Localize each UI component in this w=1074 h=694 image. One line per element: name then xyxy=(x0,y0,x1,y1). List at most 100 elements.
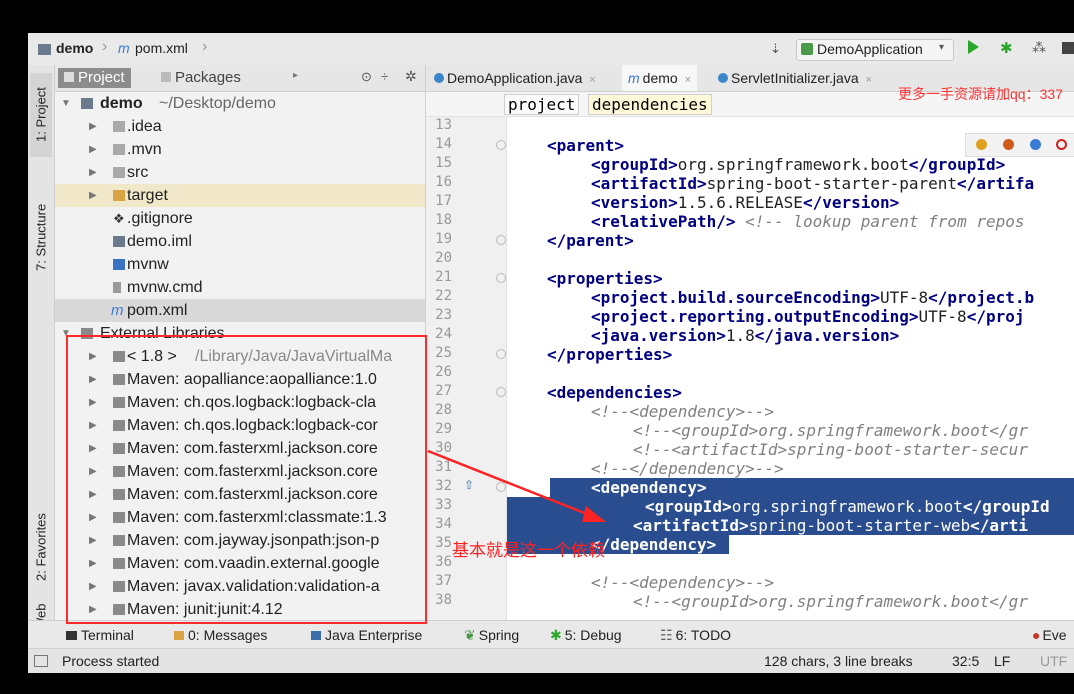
encoding[interactable]: UTF xyxy=(1040,653,1067,669)
xml-text: org.springframework.boot xyxy=(731,497,963,516)
gear-icon[interactable]: ✲ xyxy=(405,68,417,85)
tree-item-gitignore[interactable]: ❖ .gitignore xyxy=(55,207,425,230)
code-line: </properties> xyxy=(547,345,672,364)
fold-marker-icon[interactable] xyxy=(496,140,506,150)
structure-tool-tab[interactable]: 7: Structure xyxy=(30,191,52,283)
xml-tag: <artifactId> xyxy=(591,174,707,193)
xml-tag: <dependency> xyxy=(591,478,707,497)
tree-item-demo-iml[interactable]: demo.iml xyxy=(55,230,425,253)
line-number: 18 xyxy=(435,212,452,228)
packages-icon xyxy=(161,72,171,82)
code-line: <version>1.5.6.RELEASE</version> xyxy=(591,193,899,212)
xml-tag: <relativePath/> xyxy=(591,212,736,231)
xml-text: org.springframework.boot xyxy=(677,155,909,174)
fold-marker-icon[interactable] xyxy=(496,387,506,397)
project-view-icon xyxy=(64,72,74,82)
tree-item-label: src xyxy=(127,164,149,181)
tree-item-mvn[interactable]: ▶ .mvn xyxy=(55,138,425,161)
java-enterprise-icon xyxy=(311,631,321,640)
fold-marker-icon[interactable] xyxy=(496,235,506,245)
highlight-box xyxy=(66,335,427,624)
opera-icon[interactable] xyxy=(1056,139,1067,150)
run-configuration-select[interactable]: DemoApplication ▾ xyxy=(796,39,954,61)
collapsed-arrow-icon: ▶ xyxy=(89,144,97,155)
line-number: 31 xyxy=(435,459,452,475)
tab-packages[interactable]: Packages xyxy=(155,68,247,88)
status-bar: Process started 128 chars, 3 line breaks… xyxy=(28,648,1074,673)
scroll-from-source-icon[interactable]: ⊙ xyxy=(361,69,372,85)
tree-item-mvnw-cmd[interactable]: mvnw.cmd xyxy=(55,276,425,299)
fold-marker-icon[interactable] xyxy=(496,482,506,492)
project-tool-tab[interactable]: 1: Project xyxy=(30,73,52,157)
code-line: <!--<dependency>--> xyxy=(591,402,774,421)
tree-item-idea[interactable]: ▶ .idea xyxy=(55,115,425,138)
xml-tag: <properties> xyxy=(547,269,663,288)
terminal-tool[interactable]: Terminal xyxy=(66,627,134,643)
tree-item-src[interactable]: ▶ src xyxy=(55,161,425,184)
close-icon[interactable]: × xyxy=(685,74,691,86)
browser-preview-icons xyxy=(965,133,1074,157)
event-log-tool[interactable]: ● Eve xyxy=(1032,627,1067,643)
selection-info: 128 chars, 3 line breaks xyxy=(764,653,913,669)
code-line: <project.build.sourceEncoding>UTF-8</pro… xyxy=(591,288,1034,307)
favorites-tool-tab[interactable]: 2: Favorites xyxy=(30,501,52,593)
tab-demo-pom[interactable]: m demo × xyxy=(622,65,698,91)
breadcrumb-project[interactable]: demo xyxy=(56,40,93,56)
maven-dependency-gutter-icon[interactable]: ⇧ xyxy=(464,478,474,492)
close-icon[interactable]: × xyxy=(866,74,872,86)
coverage-icon[interactable]: ⁂ xyxy=(1032,39,1046,56)
build-icon[interactable]: ⇣ xyxy=(770,41,781,57)
debug-bug-icon: ✱ xyxy=(550,627,562,643)
chrome-icon[interactable] xyxy=(976,139,987,150)
status-message: Process started xyxy=(62,653,160,669)
collapsed-arrow-icon: ▶ xyxy=(89,121,97,132)
run-icon[interactable] xyxy=(968,40,979,54)
line-number: 13 xyxy=(435,117,452,133)
root-path: ~/Desktop/demo xyxy=(159,95,276,112)
xml-text: UTF-8 xyxy=(879,288,929,307)
tab-servletinitializer-java[interactable]: ServletInitializer.java × xyxy=(712,65,878,91)
code-line: <!--<groupId>org.springframework.boot</g… xyxy=(633,421,1028,440)
tree-item-pom-xml[interactable]: m pom.xml xyxy=(55,299,425,322)
tab-packages-label: Packages xyxy=(175,69,241,86)
tree-item-target[interactable]: ▶ target xyxy=(55,184,425,207)
todo-tool[interactable]: ☷ 6: TODO xyxy=(660,627,731,644)
xml-tag: <parent> xyxy=(547,136,625,155)
xml-comment: <!--<dependency>--> xyxy=(591,573,775,592)
tab-project[interactable]: Project xyxy=(58,68,131,88)
xml-crumb-dependencies[interactable]: dependencies xyxy=(588,94,712,115)
line-separator[interactable]: LF xyxy=(994,653,1010,669)
more-tabs-icon[interactable]: ▸ xyxy=(293,70,298,81)
maven-m-icon: m xyxy=(111,302,124,319)
line-number: 26 xyxy=(435,364,452,380)
safari-icon[interactable] xyxy=(1030,139,1041,150)
tool-windows-toggle-icon[interactable] xyxy=(34,655,48,667)
close-icon[interactable]: × xyxy=(589,74,595,86)
xml-crumb-project[interactable]: project xyxy=(504,94,580,115)
left-tool-strip: 1: Project 7: Structure 2: Favorites Web xyxy=(28,65,55,630)
xml-tag: <version> xyxy=(591,193,678,212)
java-enterprise-tool[interactable]: Java Enterprise xyxy=(311,627,422,643)
tab-label: demo xyxy=(642,70,678,86)
java-class-icon xyxy=(434,73,444,83)
stop-icon[interactable] xyxy=(1062,42,1074,54)
code-line: <project.reporting.outputEncoding>UTF-8<… xyxy=(591,307,1024,326)
xml-text: 1.8 xyxy=(725,326,755,345)
debug-tool[interactable]: ✱ 5: Debug xyxy=(550,627,622,644)
xml-text: spring-boot-starter-parent xyxy=(706,174,958,193)
messages-tool[interactable]: 0: Messages xyxy=(174,627,267,643)
breadcrumb-file[interactable]: pom.xml xyxy=(135,40,188,56)
xml-comment: <!--<groupId>org.springframework.boot</g… xyxy=(633,421,1028,440)
tree-root[interactable]: ▼ demo ~/Desktop/demo xyxy=(55,92,425,115)
tool-label: 6: TODO xyxy=(675,627,732,643)
collapse-all-icon[interactable]: ÷ xyxy=(381,69,388,84)
firefox-icon[interactable] xyxy=(1003,139,1014,150)
fold-marker-icon[interactable] xyxy=(496,273,506,283)
tab-demoapplication-java[interactable]: DemoApplication.java × xyxy=(428,65,602,91)
xml-tag: <project.build.sourceEncoding> xyxy=(591,288,880,307)
tree-item-mvnw[interactable]: mvnw xyxy=(55,253,425,276)
debug-icon[interactable]: ✱ xyxy=(1000,39,1013,57)
fold-marker-icon[interactable] xyxy=(496,349,506,359)
spring-tool[interactable]: ❦ Spring xyxy=(464,627,519,644)
caret-position[interactable]: 32:5 xyxy=(952,653,979,669)
